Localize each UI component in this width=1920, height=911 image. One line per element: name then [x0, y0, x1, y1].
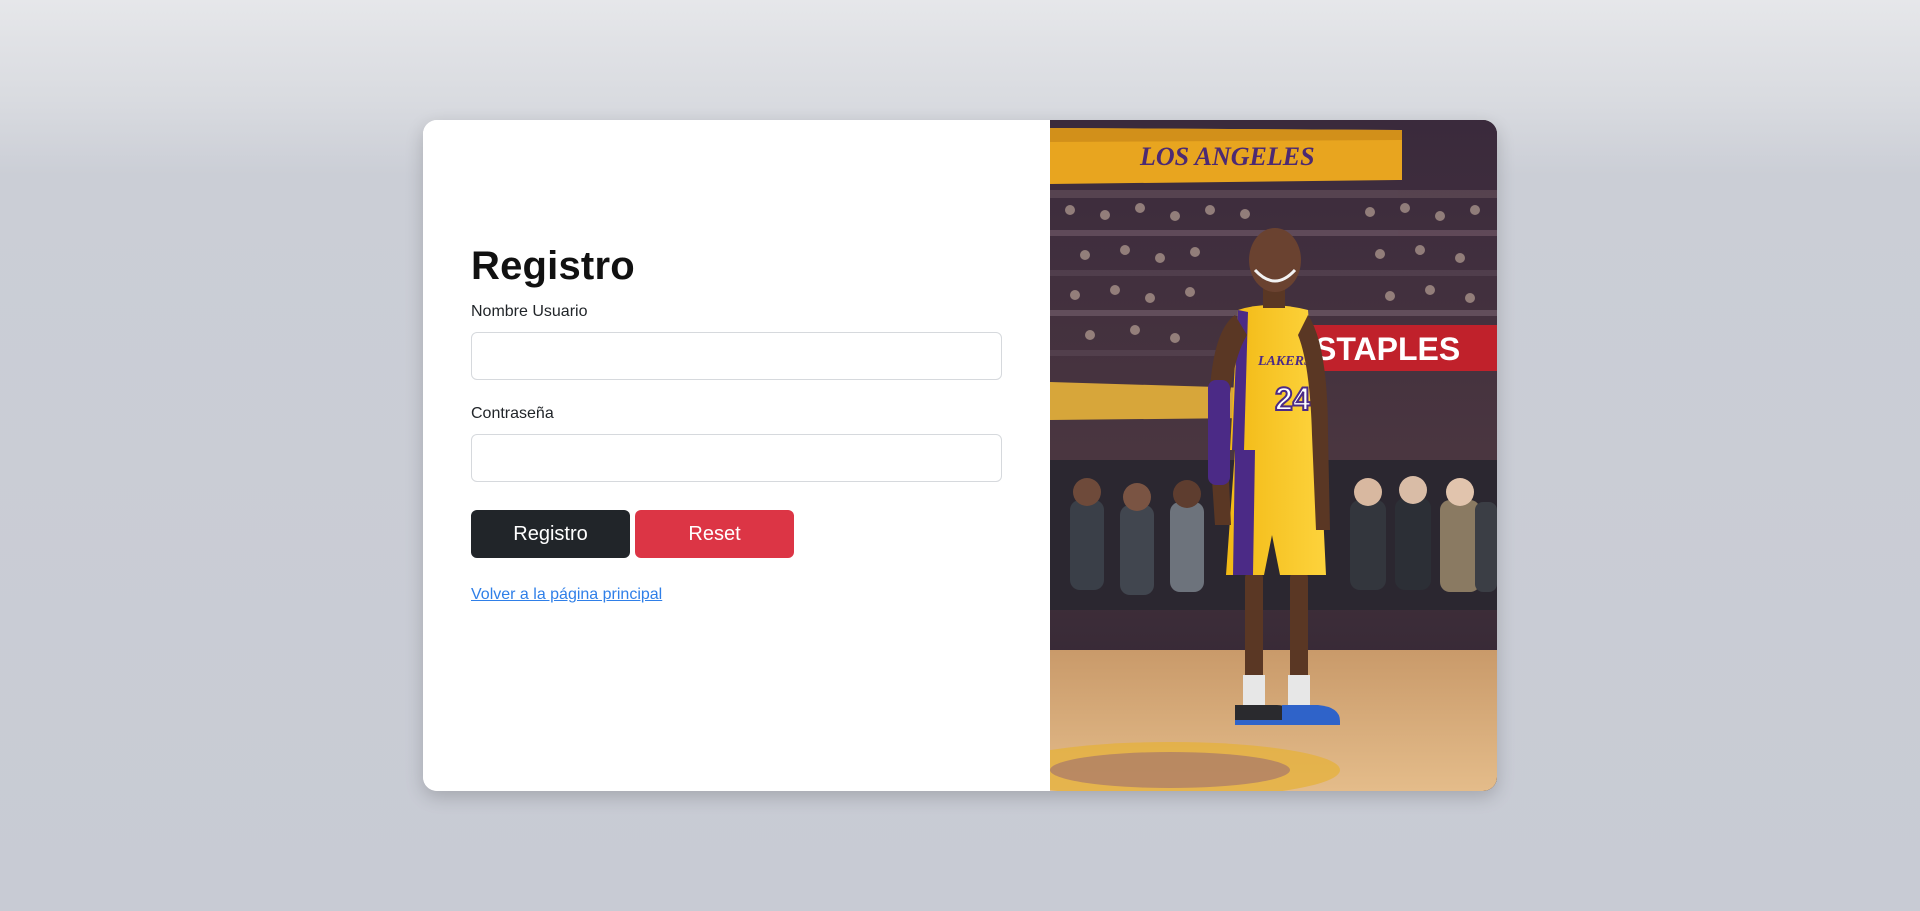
password-input[interactable] [471, 434, 1002, 482]
username-input[interactable] [471, 332, 1002, 380]
page-title: Registro [471, 244, 635, 288]
reset-button[interactable]: Reset [635, 510, 794, 558]
jersey-text: LAKERS [1257, 354, 1312, 369]
form-pane: Registro Nombre Usuario Contraseña Regis… [423, 120, 1050, 791]
register-card: Registro Nombre Usuario Contraseña Regis… [423, 120, 1497, 791]
password-label: Contraseña [471, 405, 554, 422]
register-button[interactable]: Registro [471, 510, 630, 558]
banner-text: LOS ANGELES [1139, 142, 1315, 171]
button-group: Registro Reset [471, 510, 1002, 558]
register-form: Registro Nombre Usuario Contraseña Regis… [471, 242, 1002, 604]
player-photo-illustration: LOS ANGELES STAPLES LAKERS 24 [1050, 120, 1497, 791]
player-photo: LOS ANGELES STAPLES LAKERS 24 [1050, 120, 1497, 791]
username-label: Nombre Usuario [471, 303, 588, 320]
signage-text: STAPLES [1315, 331, 1460, 367]
back-to-home-link[interactable]: Volver a la página principal [471, 586, 662, 604]
jersey-number: 24 [1275, 381, 1311, 417]
